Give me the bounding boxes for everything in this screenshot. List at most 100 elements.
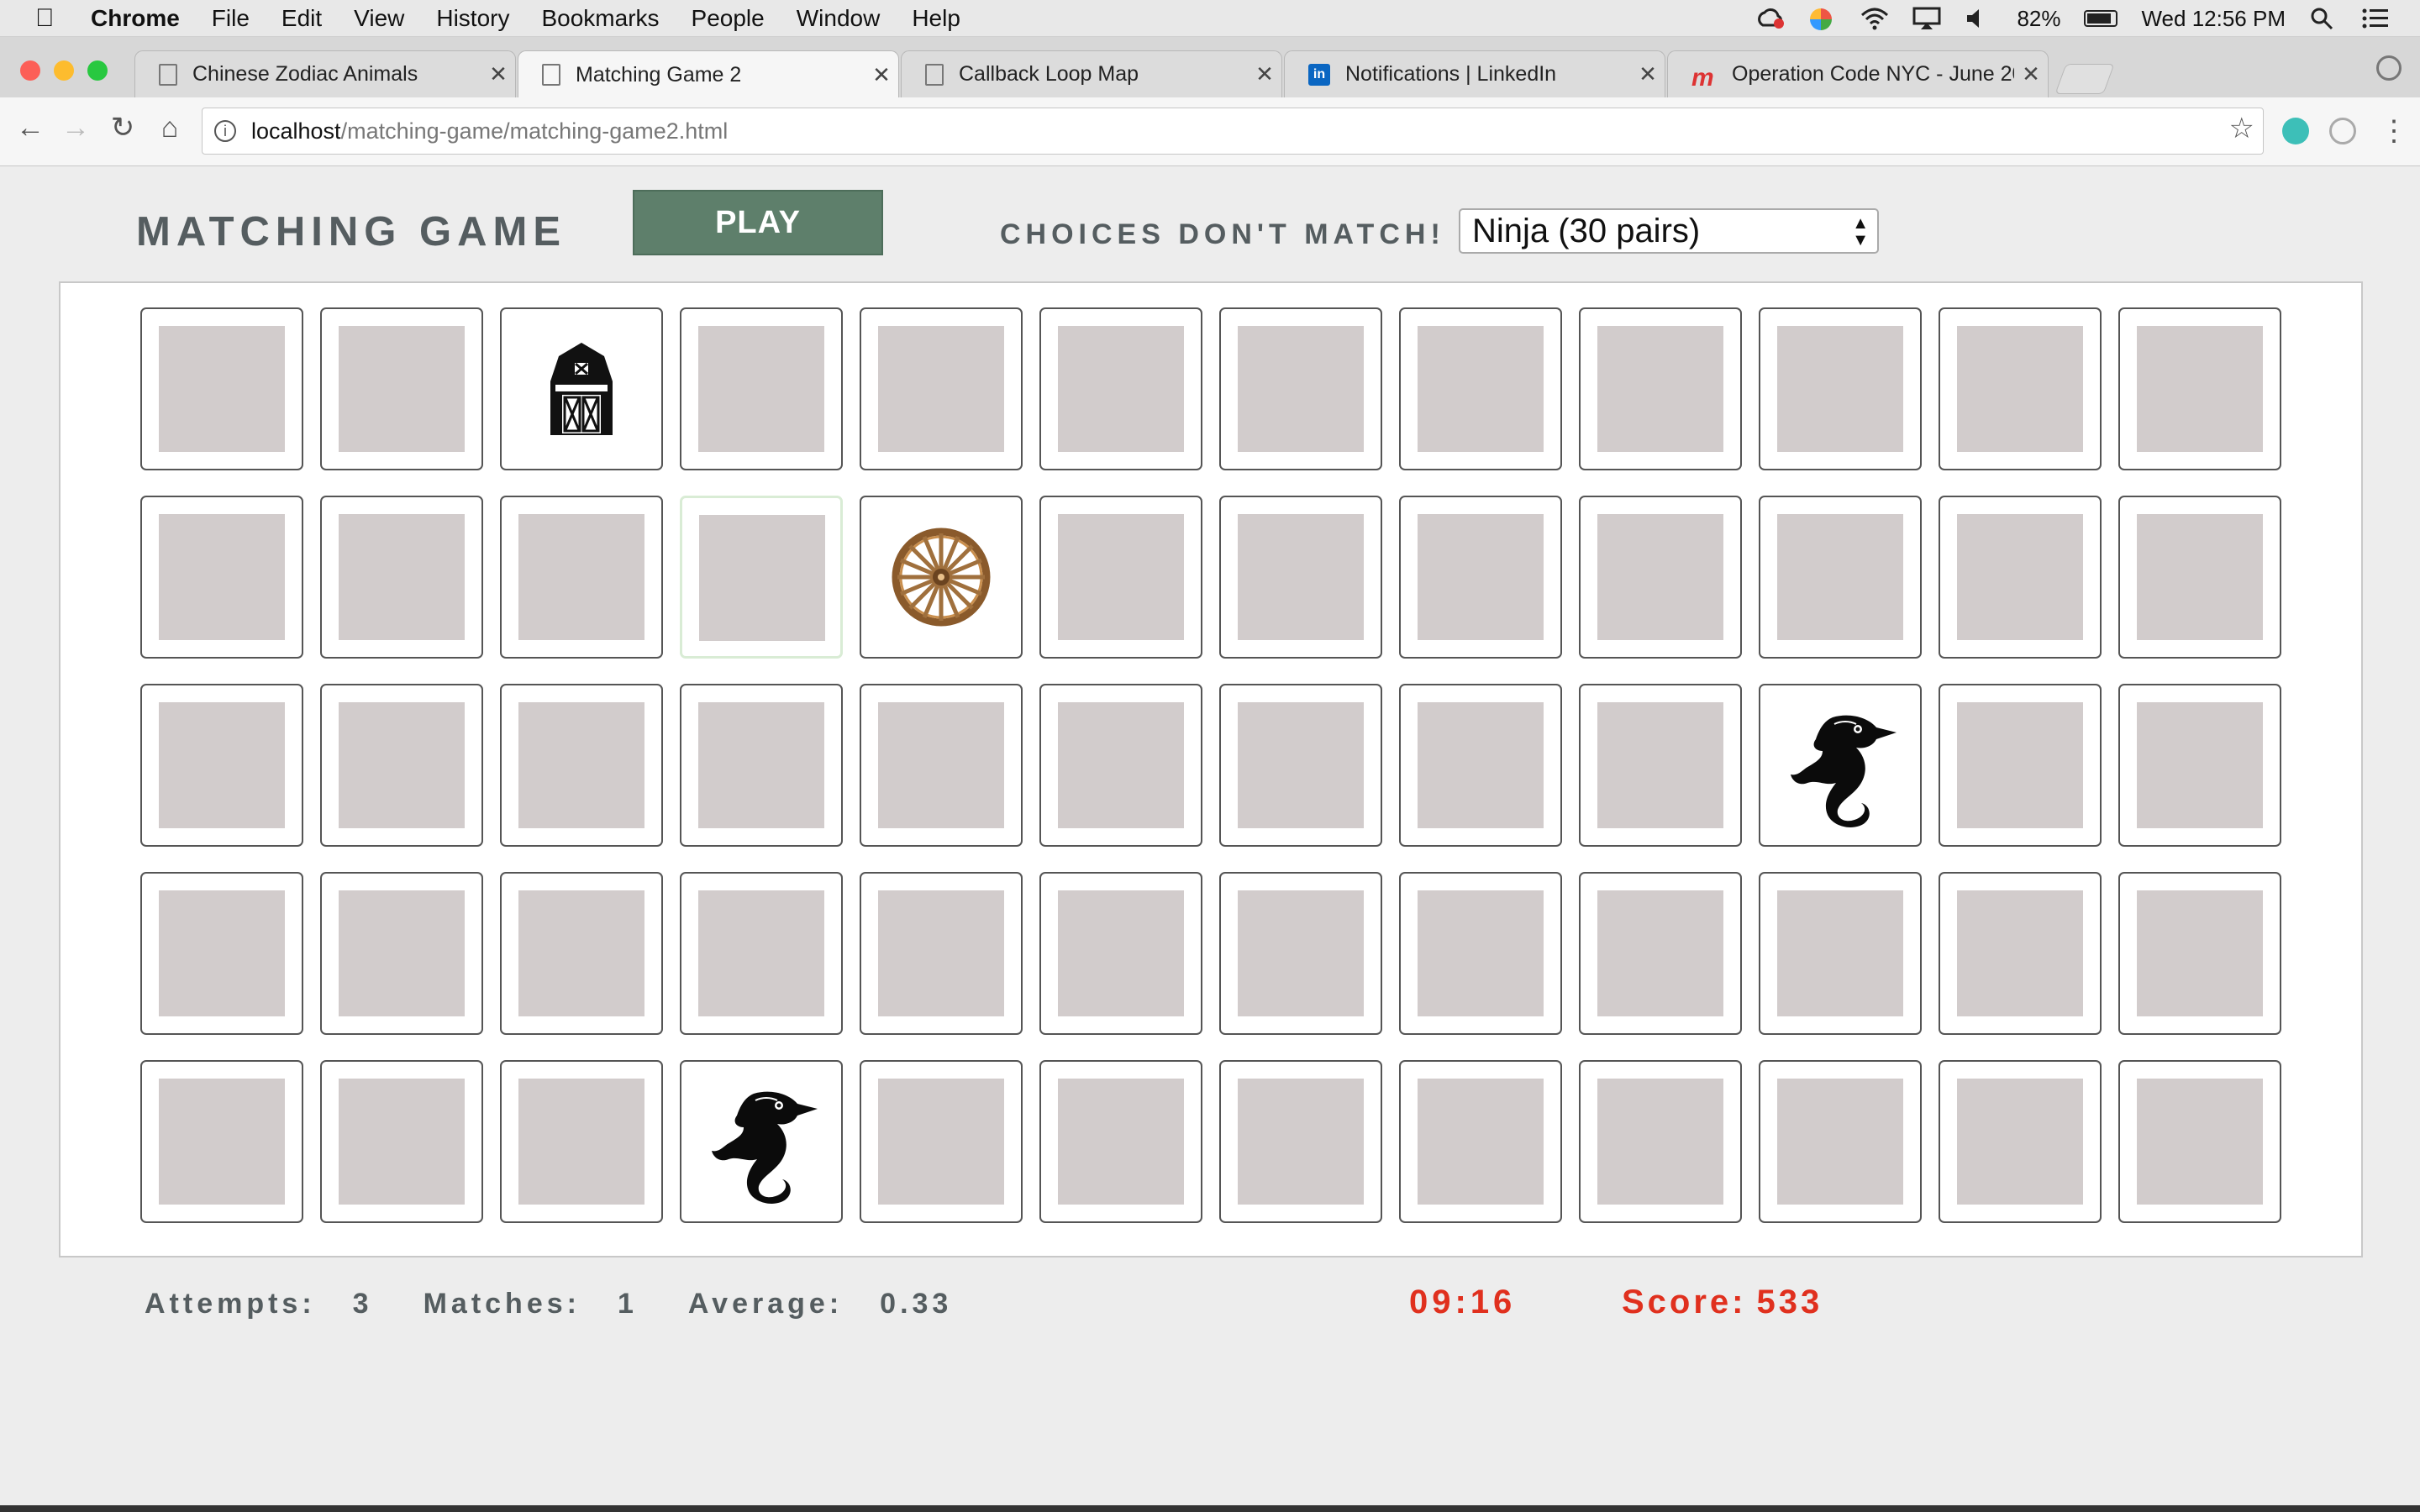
card-revealed[interactable] (500, 307, 663, 470)
profile-icon[interactable] (2376, 55, 2402, 81)
menu-bookmarks[interactable]: Bookmarks (541, 5, 659, 32)
card-face-down[interactable] (1399, 307, 1562, 470)
browser-menu-icon[interactable]: ⋮ (2380, 114, 2408, 148)
card-face-down[interactable] (1579, 307, 1742, 470)
forward-arrow-icon[interactable]: → (59, 111, 92, 144)
card-face-down[interactable] (1579, 496, 1742, 659)
bookmark-star-icon[interactable]: ☆ (2229, 112, 2254, 145)
notification-center-icon[interactable] (2361, 7, 2390, 30)
tab-chinese-zodiac[interactable]: Chinese Zodiac Animals ✕ (134, 50, 516, 97)
card-face-down[interactable] (1399, 1060, 1562, 1223)
creative-cloud-icon[interactable] (1756, 7, 1785, 30)
card-face-down[interactable] (1219, 307, 1382, 470)
card-face-down[interactable] (1039, 1060, 1202, 1223)
tab-operation-code[interactable]: m Operation Code NYC - June 20 ✕ (1667, 50, 2049, 97)
card-face-down[interactable] (1579, 1060, 1742, 1223)
card-face-down[interactable] (680, 684, 843, 847)
menu-view[interactable]: View (354, 5, 404, 32)
card-face-down[interactable] (860, 1060, 1023, 1223)
card-face-down[interactable] (680, 307, 843, 470)
card-face-down[interactable] (500, 1060, 663, 1223)
menu-edit[interactable]: Edit (281, 5, 322, 32)
card-face-down[interactable] (1039, 684, 1202, 847)
card-face-down[interactable] (500, 496, 663, 659)
menu-file[interactable]: File (212, 5, 250, 32)
card-face-down[interactable] (1939, 872, 2102, 1035)
home-icon[interactable]: ⌂ (153, 111, 187, 144)
card-face-down[interactable] (1039, 872, 1202, 1035)
card-face-down[interactable] (860, 307, 1023, 470)
card-face-down[interactable] (2118, 872, 2281, 1035)
close-tab-icon[interactable]: ✕ (865, 62, 898, 88)
extension-icon[interactable] (2329, 118, 2356, 144)
close-tab-icon[interactable]: ✕ (481, 61, 515, 87)
spotlight-search-icon[interactable] (2309, 7, 2338, 30)
menu-history[interactable]: History (436, 5, 509, 32)
card-face-down[interactable] (2118, 1060, 2281, 1223)
close-tab-icon[interactable]: ✕ (2014, 61, 2048, 87)
airplay-icon[interactable] (1912, 7, 1941, 30)
new-tab-button[interactable] (2054, 64, 2115, 94)
card-face-down[interactable] (500, 684, 663, 847)
card-face-down[interactable] (140, 1060, 303, 1223)
tab-callback-loop-map[interactable]: Callback Loop Map ✕ (901, 50, 1282, 97)
card-face-down[interactable] (320, 1060, 483, 1223)
card-face-down[interactable] (2118, 496, 2281, 659)
card-revealed[interactable] (1759, 684, 1922, 847)
card-face-down[interactable] (1939, 307, 2102, 470)
card-face-down[interactable] (320, 872, 483, 1035)
card-revealed[interactable] (860, 496, 1023, 659)
tab-matching-game[interactable]: Matching Game 2 ✕ (518, 50, 899, 98)
battery-icon[interactable] (2084, 10, 2118, 27)
card-face-down[interactable] (1039, 307, 1202, 470)
card-face-down[interactable] (140, 307, 303, 470)
card-face-down[interactable] (1939, 684, 2102, 847)
card-face-down[interactable] (1939, 496, 2102, 659)
card-face-down[interactable] (1939, 1060, 2102, 1223)
reload-icon[interactable]: ↻ (106, 111, 139, 144)
address-bar[interactable]: i localhost/matching-game/matching-game2… (202, 108, 2264, 155)
card-face-down[interactable] (1759, 872, 1922, 1035)
play-button[interactable]: PLAY (633, 190, 883, 255)
card-face-down[interactable] (140, 872, 303, 1035)
card-face-down[interactable] (1579, 684, 1742, 847)
card-face-down[interactable] (1399, 684, 1562, 847)
menu-app-name[interactable]: Chrome (91, 5, 180, 32)
card-revealed[interactable] (680, 1060, 843, 1223)
card-face-down[interactable] (1399, 872, 1562, 1035)
menu-people[interactable]: People (692, 5, 765, 32)
tab-linkedin[interactable]: in Notifications | LinkedIn ✕ (1284, 50, 1665, 97)
apple-menu-icon[interactable]:  (35, 4, 60, 33)
minimize-window-button[interactable] (54, 60, 74, 81)
card-face-down[interactable] (2118, 684, 2281, 847)
card-face-down[interactable] (860, 872, 1023, 1035)
site-info-icon[interactable]: i (214, 120, 236, 142)
card-face-down[interactable] (1219, 684, 1382, 847)
card-face-down[interactable] (1039, 496, 1202, 659)
volume-icon[interactable] (1965, 7, 1993, 30)
card-face-down[interactable] (320, 684, 483, 847)
card-face-down[interactable] (1399, 496, 1562, 659)
zoom-window-button[interactable] (87, 60, 108, 81)
card-face-down[interactable] (1759, 307, 1922, 470)
menu-help[interactable]: Help (912, 5, 960, 32)
card-face-down[interactable] (140, 496, 303, 659)
pinwheel-icon[interactable] (1808, 7, 1837, 30)
card-face-down[interactable] (320, 307, 483, 470)
card-face-down[interactable] (1759, 496, 1922, 659)
card-face-down[interactable] (1579, 872, 1742, 1035)
card-face-down[interactable] (1219, 872, 1382, 1035)
card-face-down[interactable] (860, 684, 1023, 847)
card-face-down[interactable] (1759, 1060, 1922, 1223)
level-select[interactable]: Ninja (30 pairs) ▲ ▼ (1459, 208, 1879, 254)
card-face-down[interactable] (500, 872, 663, 1035)
card-face-down[interactable] (140, 684, 303, 847)
wifi-icon[interactable] (1860, 7, 1889, 30)
menu-window[interactable]: Window (797, 5, 881, 32)
card-face-down[interactable] (320, 496, 483, 659)
card-face-down[interactable] (680, 872, 843, 1035)
card-face-down[interactable] (680, 496, 843, 659)
close-window-button[interactable] (20, 60, 40, 81)
clock[interactable]: Wed 12:56 PM (2141, 6, 2286, 32)
card-face-down[interactable] (1219, 496, 1382, 659)
